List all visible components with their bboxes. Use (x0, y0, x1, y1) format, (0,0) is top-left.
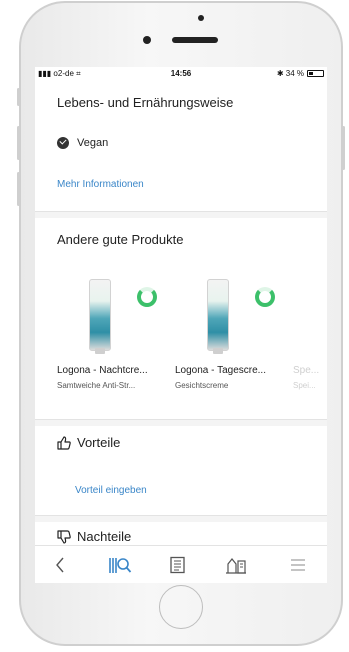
menu-icon (291, 559, 305, 571)
app-screen: ▮▮▮ o2-de ⌗ 14:56 ✱ 34 % Lebens- und Ern… (35, 67, 327, 583)
product-carousel[interactable]: Logona - Nachtcre... Samtweiche Anti-Str… (35, 267, 327, 407)
add-advantage-link[interactable]: Vorteil eingeben (75, 485, 147, 496)
advantages-title: Vorteile (77, 435, 121, 450)
product-card[interactable]: Logona - Nachtcre... Samtweiche Anti-Str… (53, 267, 171, 407)
earpiece (172, 37, 218, 43)
rating-ring-icon (137, 287, 157, 307)
thumbs-down-icon (57, 529, 71, 544)
more-info-link[interactable]: Mehr Informationen (57, 179, 144, 190)
home-button[interactable] (159, 585, 203, 629)
section-gap (35, 212, 327, 218)
tab-scan-search[interactable] (105, 554, 135, 576)
product-subtitle: Spei... (293, 381, 316, 390)
back-icon (56, 557, 64, 573)
volume-up-button (17, 126, 20, 160)
battery-percent: ✱ 34 % (276, 69, 304, 78)
product-name: Logona - Nachtcre... (57, 365, 148, 376)
battery-icon (307, 70, 324, 77)
product-subtitle: Gesichtscreme (175, 381, 229, 390)
check-circle-icon (57, 137, 69, 149)
bottom-tab-bar (35, 545, 327, 583)
advantages-header: Vorteile (57, 435, 120, 450)
back-button[interactable] (45, 554, 75, 576)
front-camera (143, 36, 151, 44)
battery-status: ✱ 34 % (277, 69, 324, 78)
disadvantages-title: Nachteile (77, 529, 132, 544)
news-icon (170, 556, 185, 574)
other-products-title: Andere gute Produkte (57, 232, 184, 247)
product-card[interactable]: Logona - Tagescre... Gesichtscreme (171, 267, 289, 407)
vegan-row: Vegan (57, 137, 108, 149)
rating-ring-icon (255, 287, 275, 307)
volume-down-button (17, 172, 20, 206)
tab-compare[interactable] (221, 554, 251, 576)
compare-icon (226, 558, 246, 574)
product-image (207, 279, 229, 354)
tab-menu[interactable] (283, 554, 313, 576)
status-bar: ▮▮▮ o2-de ⌗ 14:56 ✱ 34 % (35, 67, 327, 83)
section-gap (35, 420, 327, 426)
mute-switch (17, 88, 20, 106)
proximity-dot (198, 15, 204, 21)
vegan-label: Vegan (77, 137, 109, 149)
product-card[interactable]: Spe... Spei... (289, 267, 327, 407)
disadvantages-header: Nachteile (57, 529, 131, 544)
power-button (342, 126, 345, 170)
section-gap (35, 516, 327, 522)
thumbs-up-icon (57, 435, 71, 450)
scan-search-icon (109, 558, 132, 573)
lifestyle-title: Lebens- und Ernährungsweise (57, 95, 234, 110)
product-name: Spe... (293, 365, 320, 376)
product-name: Logona - Tagescre... (175, 365, 266, 376)
product-image (89, 279, 111, 354)
product-subtitle: Samtweiche Anti-Str... (57, 381, 136, 390)
tab-news[interactable] (163, 554, 193, 576)
